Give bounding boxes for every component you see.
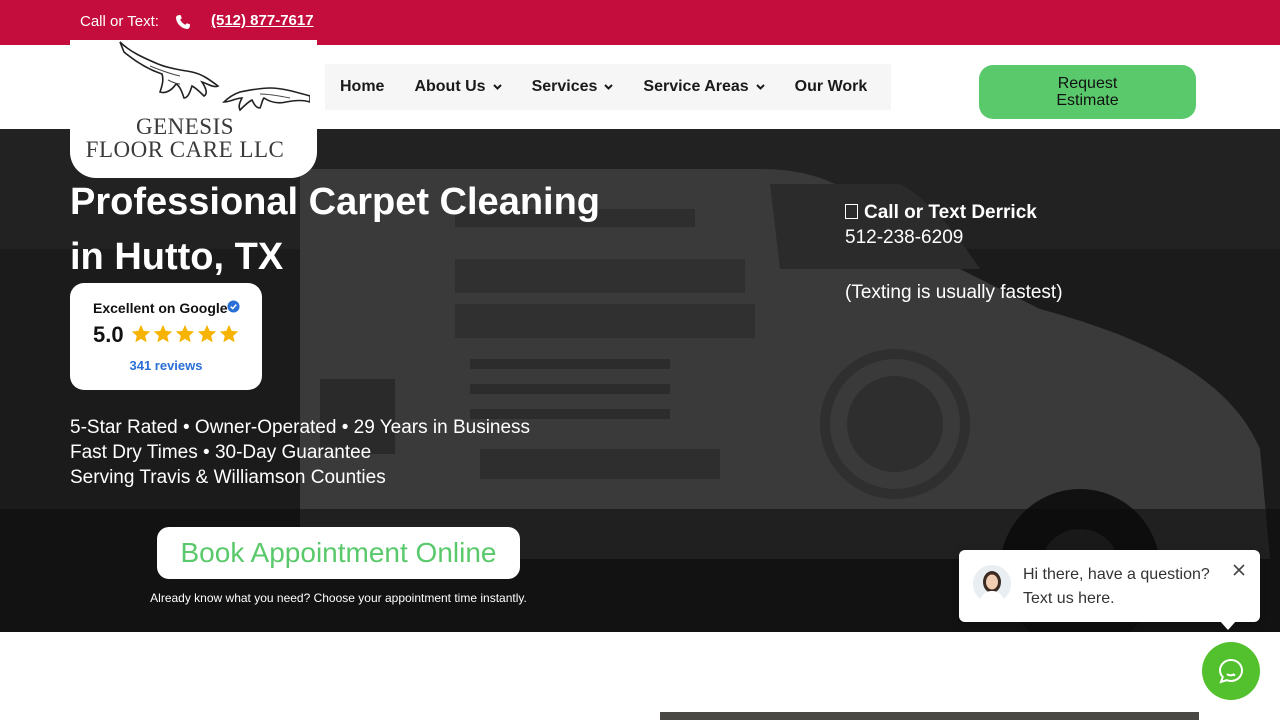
logo-hands-image — [119, 41, 310, 112]
chevron-down-icon — [492, 84, 502, 90]
hero-title: Professional Carpet Cleaning in Hutto, T… — [70, 181, 601, 278]
nav-item-service-areas[interactable]: Service Areas — [628, 78, 779, 96]
verified-check-icon — [227, 300, 240, 313]
phone-icon — [176, 15, 190, 29]
star-rating — [130, 323, 240, 345]
chat-message-line2: Text us here. — [1023, 590, 1115, 607]
nav-item-label: Home — [340, 78, 385, 95]
call-or-text-label: Call or Text: — [80, 13, 159, 30]
book-appointment-button[interactable]: Book Appointment Online — [157, 527, 520, 579]
request-estimate-label: Request Estimate — [1056, 75, 1119, 109]
nav-item-label: Service Areas — [643, 78, 749, 95]
chat-popup[interactable]: Hi there, have a question? Text us here. — [959, 550, 1260, 630]
google-reviews-link[interactable]: 341 reviews — [70, 358, 262, 373]
chat-message: Hi there, have a question? Text us here. — [1023, 563, 1210, 611]
nav-item-label: Services — [531, 78, 598, 95]
section-image — [660, 712, 1199, 720]
site-logo[interactable]: GENESIS FLOOR CARE LLC — [70, 40, 317, 178]
call-derrick-label: Call or Text Derrick — [864, 202, 1037, 223]
star-icon — [131, 324, 151, 343]
request-estimate-button[interactable]: Request Estimate — [979, 65, 1196, 119]
chevron-down-icon — [604, 84, 614, 90]
derrick-phone-number[interactable]: 512-238-6209 — [845, 227, 963, 249]
star-icon — [153, 324, 173, 343]
google-rating-badge[interactable]: Excellent on Google 5.0 341 reviews — [70, 283, 262, 390]
nav-item-label: About Us — [414, 78, 486, 95]
texting-note: (Texting is usually fastest) — [845, 282, 1063, 303]
book-appointment-note: Already know what you need? Choose your … — [150, 591, 527, 605]
chat-bubble-icon — [1218, 658, 1244, 684]
chevron-down-icon — [755, 84, 765, 90]
top-contact-bar: Call or Text: (512) 877-7617 — [0, 0, 1280, 45]
missing-glyph-icon — [845, 204, 858, 219]
chat-popup-tail — [1219, 620, 1237, 630]
nav-item-our-work[interactable]: Our Work — [780, 78, 883, 96]
feature-line: Fast Dry Times • 30-Day Guarantee — [70, 442, 372, 463]
nav-item-about-us[interactable]: About Us — [399, 78, 516, 96]
top-phone-link[interactable]: (512) 877-7617 — [211, 12, 314, 29]
nav-item-home[interactable]: Home — [325, 78, 399, 96]
star-icon — [219, 324, 239, 343]
close-icon[interactable] — [1232, 563, 1246, 577]
star-icon — [197, 324, 217, 343]
feature-line: 5-Star Rated • Owner-Operated • 29 Years… — [70, 417, 531, 438]
google-badge-title: Excellent on Google — [93, 300, 228, 316]
star-icon — [175, 324, 195, 343]
google-score: 5.0 — [93, 322, 124, 347]
book-appointment-label: Book Appointment Online — [180, 537, 497, 568]
nav-item-label: Our Work — [794, 78, 868, 95]
main-nav: Home About Us Services Service Areas Our… — [325, 64, 891, 110]
chat-launcher-button[interactable] — [1202, 642, 1260, 700]
chat-message-line1: Hi there, have a question? — [1023, 566, 1210, 583]
hero-features: 5-Star Rated • Owner-Operated • 29 Years… — [70, 415, 590, 490]
feature-line: Serving Travis & Williamson Counties — [70, 467, 386, 488]
chat-agent-avatar — [973, 565, 1011, 603]
logo-text-line2: FLOOR CARE LLC — [85, 137, 285, 162]
call-derrick-heading: Call or Text Derrick — [845, 202, 1037, 224]
nav-item-services[interactable]: Services — [517, 78, 629, 96]
